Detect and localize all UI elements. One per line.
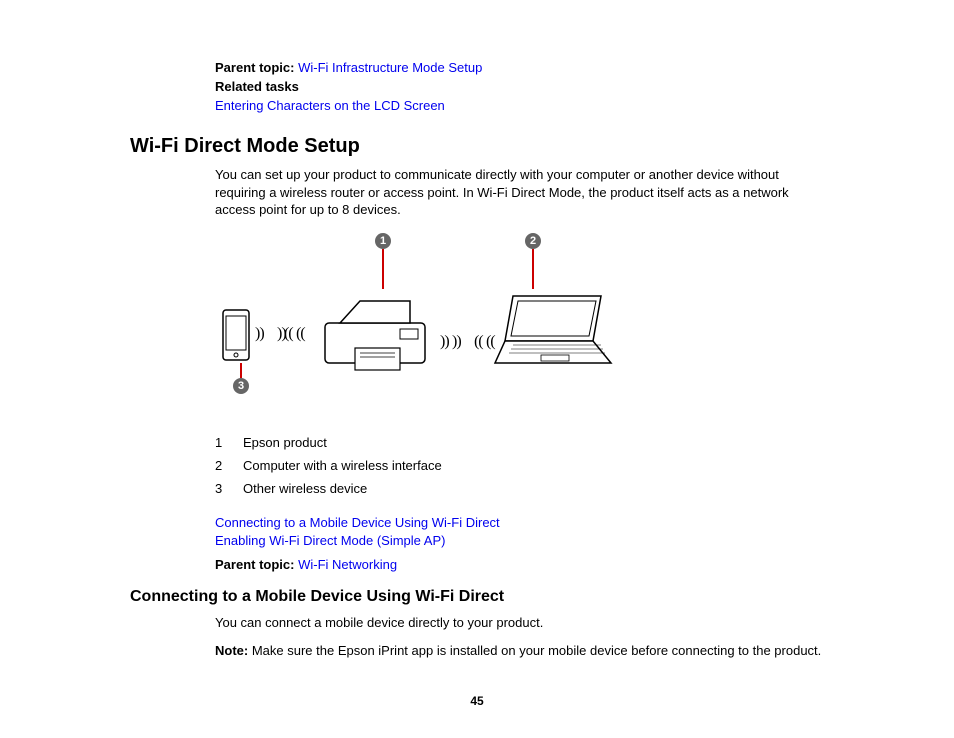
parent-topic-row-2: Parent topic: Wi-Fi Networking bbox=[215, 557, 824, 572]
table-row: 2 Computer with a wireless interface bbox=[215, 454, 452, 477]
legend-text: Other wireless device bbox=[243, 477, 452, 500]
signal-icon: )) bbox=[285, 325, 294, 343]
signal-icon: )) bbox=[255, 325, 264, 343]
legend-num: 3 bbox=[215, 477, 243, 500]
callout-badge-1: 1 bbox=[375, 233, 391, 249]
section-title: Wi-Fi Direct Mode Setup bbox=[130, 135, 824, 158]
legend-num: 2 bbox=[215, 454, 243, 477]
parent-topic-label: Parent topic: bbox=[215, 60, 294, 75]
page-number: 45 bbox=[0, 694, 954, 708]
printer-icon bbox=[315, 293, 435, 373]
signal-icon: )) bbox=[297, 325, 306, 343]
laptop-icon bbox=[493, 291, 613, 371]
parent-topic-link-2[interactable]: Wi-Fi Networking bbox=[298, 557, 397, 572]
signal-icon: )) bbox=[440, 333, 449, 351]
related-tasks-label: Related tasks bbox=[215, 79, 824, 94]
subsection-title: Connecting to a Mobile Device Using Wi-F… bbox=[130, 588, 824, 606]
related-task-link[interactable]: Entering Characters on the LCD Screen bbox=[215, 98, 445, 113]
legend-text: Computer with a wireless interface bbox=[243, 454, 452, 477]
parent-topic-row: Parent topic: Wi-Fi Infrastructure Mode … bbox=[215, 60, 824, 75]
table-row: 3 Other wireless device bbox=[215, 477, 452, 500]
subtopic-link-1[interactable]: Connecting to a Mobile Device Using Wi-F… bbox=[215, 515, 500, 530]
legend-text: Epson product bbox=[243, 431, 452, 454]
table-row: 1 Epson product bbox=[215, 431, 452, 454]
wifi-direct-diagram: 1 2 3 )) )) )) )) )) )) )) )) bbox=[215, 233, 635, 413]
smartphone-icon bbox=[221, 308, 251, 363]
signal-icon: )) bbox=[452, 333, 461, 351]
callout-badge-3: 3 bbox=[233, 378, 249, 394]
parent-topic-link[interactable]: Wi-Fi Infrastructure Mode Setup bbox=[298, 60, 482, 75]
subtopic-link-2[interactable]: Enabling Wi-Fi Direct Mode (Simple AP) bbox=[215, 533, 445, 548]
section-intro: You can set up your product to communica… bbox=[215, 166, 824, 219]
legend-num: 1 bbox=[215, 431, 243, 454]
note-text: Make sure the Epson iPrint app is instal… bbox=[248, 643, 821, 658]
subsection-intro: You can connect a mobile device directly… bbox=[215, 614, 824, 632]
note-block: Note: Make sure the Epson iPrint app is … bbox=[215, 642, 824, 660]
parent-topic-label-2: Parent topic: bbox=[215, 557, 294, 572]
signal-icon: )) bbox=[475, 333, 484, 351]
legend-table: 1 Epson product 2 Computer with a wirele… bbox=[215, 431, 452, 500]
callout-badge-2: 2 bbox=[525, 233, 541, 249]
note-label: Note: bbox=[215, 643, 248, 658]
